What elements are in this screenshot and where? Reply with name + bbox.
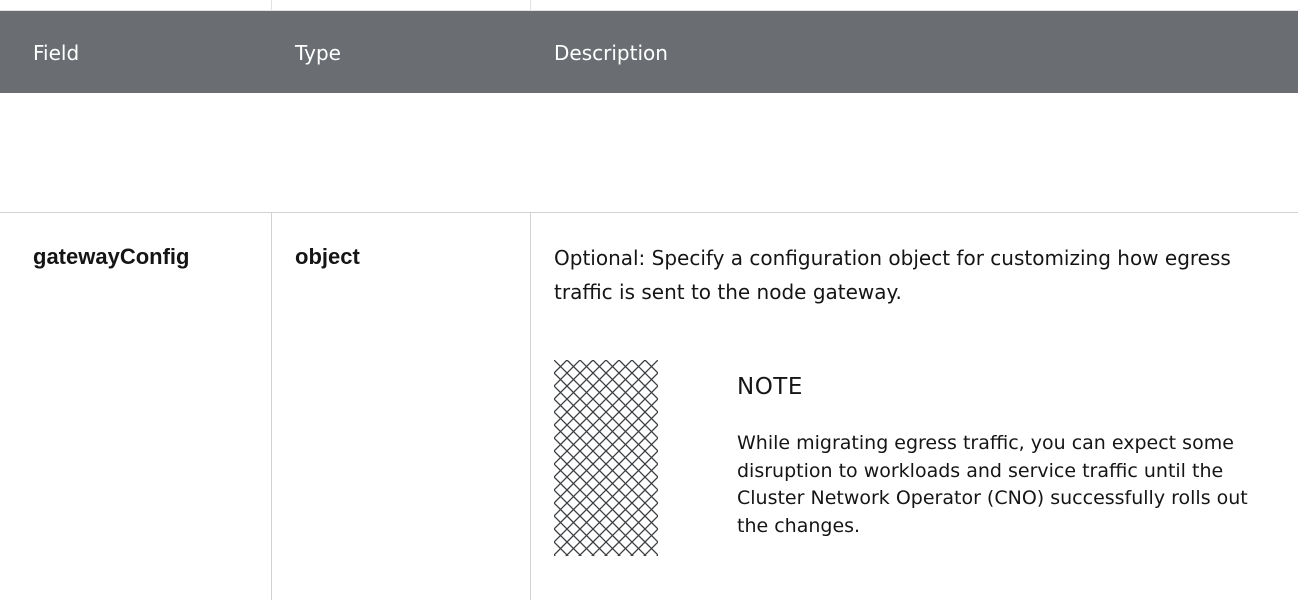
- column-divider: [271, 0, 272, 10]
- note-text: While migrating egress traffic, you can …: [737, 432, 1248, 537]
- header-description: Description: [554, 41, 668, 65]
- header-field: Field: [33, 41, 80, 65]
- note-title: NOTE: [737, 374, 803, 400]
- row-content: gatewayConfig object Optional: Specify a…: [0, 213, 1298, 600]
- field-description: Optional: Specify a configuration object…: [554, 246, 1231, 304]
- field-type: object: [295, 244, 360, 269]
- header-type: Type: [295, 41, 341, 65]
- field-name: gatewayConfig: [33, 244, 190, 269]
- note-pattern-icon: [554, 360, 658, 556]
- table-top-strip: [0, 0, 1298, 11]
- header-row: Field Type Description: [0, 11, 1298, 93]
- column-divider: [530, 0, 531, 10]
